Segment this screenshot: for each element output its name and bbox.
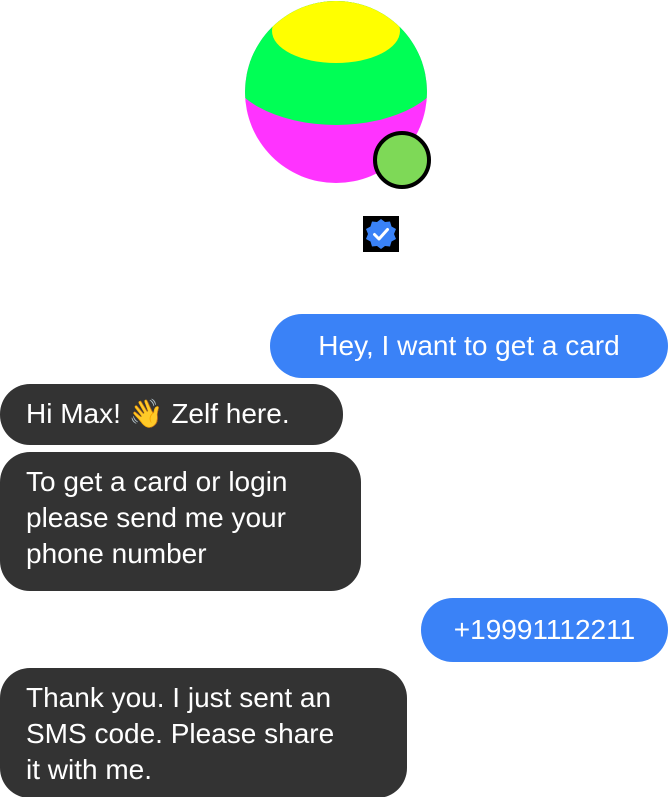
online-status-indicator [373, 131, 431, 189]
verified-badge-icon [363, 216, 399, 252]
message-bubble-user: Hey, I want to get a card [270, 314, 668, 378]
message-bubble-bot: To get a card or login please send me yo… [0, 452, 361, 591]
message-bubble-bot: Thank you. I just sent an SMS code. Plea… [0, 668, 407, 797]
message-bubble-user: +19991112211 [421, 598, 668, 662]
message-bubble-bot: Hi Max! 👋 Zelf here. [0, 384, 343, 445]
chat-screen: Hey, I want to get a card Hi Max! 👋 Zelf… [0, 0, 670, 797]
